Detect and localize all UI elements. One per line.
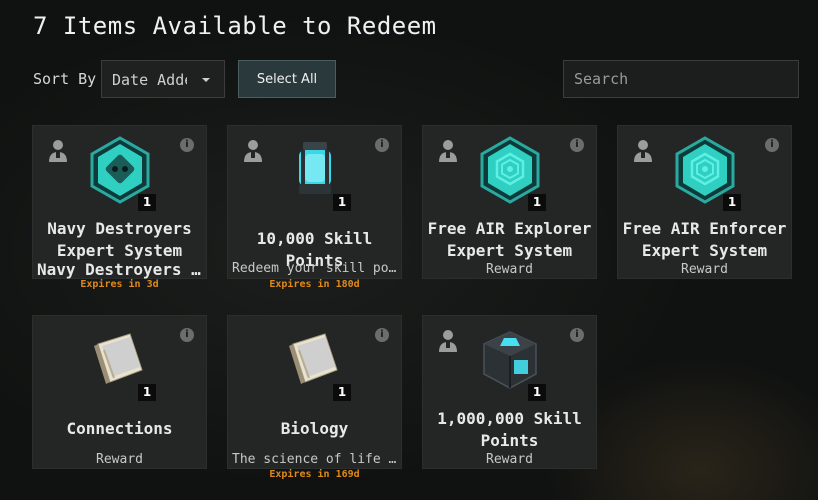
select-all-button[interactable]: Select All [238, 60, 336, 98]
sort-dropdown[interactable]: Date Added [101, 60, 225, 98]
sort-by-label: Sort By [33, 70, 97, 88]
item-name: Navy Destroyers Expert System [47, 219, 192, 260]
search-input[interactable] [564, 61, 798, 97]
redeem-item-card[interactable]: i 1 10,000 Skill Points Redeem your skill p… [227, 125, 402, 290]
info-icon[interactable]: i [570, 138, 584, 152]
item-name: 1,000,000 Skill Points [437, 409, 582, 450]
chevron-down-icon [202, 78, 210, 82]
info-icon[interactable]: i [180, 328, 194, 342]
info-icon[interactable]: i [375, 138, 389, 152]
expiry-label: Expires in 180d [269, 279, 360, 290]
quantity-badge: 1 [528, 194, 546, 211]
search-field[interactable] [563, 60, 799, 98]
info-icon[interactable]: i [765, 138, 779, 152]
redeem-item-card[interactable]: i 1 Connections Reward [32, 315, 207, 469]
item-description: Navy Destroyers ... [37, 260, 202, 279]
expiry-label: Expires in 169d [269, 469, 360, 480]
item-description: Reward [96, 452, 143, 467]
page-title: 7 Items Available to Redeem [33, 12, 437, 40]
quantity-badge: 1 [333, 194, 351, 211]
redeem-item-card[interactable]: i 1 1,000,000 Skill Points Reward [422, 315, 597, 469]
sort-dropdown-value: Date Added [112, 71, 187, 89]
item-description: Reward [486, 262, 533, 277]
info-icon[interactable]: i [180, 138, 194, 152]
info-icon[interactable]: i [570, 328, 584, 342]
item-name: Connections [66, 419, 173, 438]
character-silhouette-icon[interactable] [437, 328, 459, 354]
item-description: The science of life and... [232, 452, 397, 467]
character-silhouette-icon[interactable] [47, 138, 69, 164]
redeem-item-card[interactable]: i 1 Free AIR Explorer Expert System Reward [422, 125, 597, 279]
info-icon[interactable]: i [375, 328, 389, 342]
item-name: Biology [280, 419, 349, 438]
quantity-badge: 1 [528, 384, 546, 401]
item-name: Free AIR Explorer Expert System [427, 219, 592, 260]
redeem-item-card[interactable]: i 1 Free AIR Enforcer Expert System Reward [617, 125, 792, 279]
item-description: Reward [681, 262, 728, 277]
quantity-badge: 1 [333, 384, 351, 401]
item-description: Reward [486, 452, 533, 467]
expiry-label: Expires in 3d [80, 279, 159, 290]
redeem-item-card[interactable]: i 1 Navy Destroyers Expert System Navy Dest… [32, 125, 207, 290]
quantity-badge: 1 [723, 194, 741, 211]
redeem-item-card[interactable]: i 1 Biology The science of life and... Expir… [227, 315, 402, 480]
item-description: Redeem your skill poin... [232, 261, 397, 276]
item-name: Free AIR Enforcer Expert System [622, 219, 787, 260]
character-silhouette-icon[interactable] [632, 138, 654, 164]
quantity-badge: 1 [138, 194, 156, 211]
quantity-badge: 1 [138, 384, 156, 401]
character-silhouette-icon[interactable] [242, 138, 264, 164]
character-silhouette-icon[interactable] [437, 138, 459, 164]
